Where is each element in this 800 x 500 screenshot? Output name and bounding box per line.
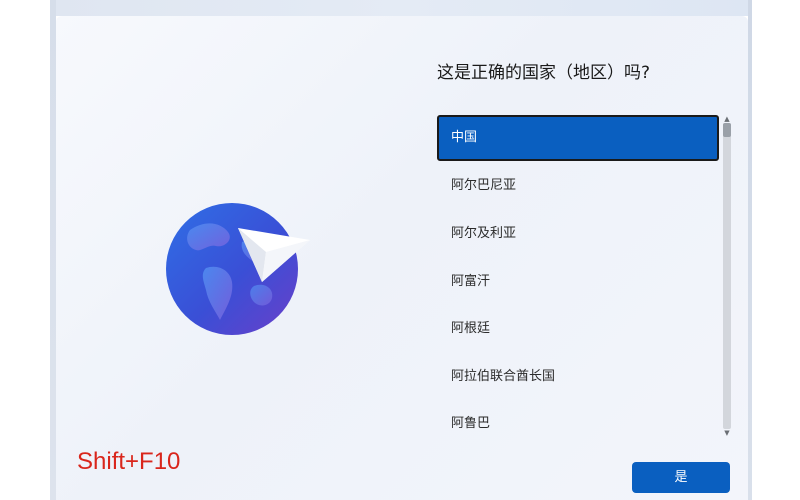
chevron-down-icon[interactable]: ▼ bbox=[722, 429, 732, 437]
oobe-screen: 这是正确的国家（地区）吗? 中国 阿尔巴尼亚 阿尔及利亚 阿富汗 阿根廷 阿拉伯… bbox=[0, 0, 800, 500]
list-item-selected[interactable]: 中国 bbox=[437, 115, 719, 161]
hotkey-annotation: Shift+F10 bbox=[77, 448, 181, 475]
list-item[interactable]: 阿根廷 bbox=[437, 306, 719, 352]
chevron-up-icon[interactable]: ▲ bbox=[722, 115, 732, 123]
list-item[interactable]: 阿尔及利亚 bbox=[437, 211, 719, 257]
list-item[interactable]: 阿尔巴尼亚 bbox=[437, 163, 719, 209]
list-item[interactable]: 阿拉伯联合酋长国 bbox=[437, 354, 719, 400]
list-item[interactable]: 阿鲁巴 bbox=[437, 401, 719, 437]
window-top-band bbox=[50, 0, 750, 16]
scrollbar-track[interactable] bbox=[723, 123, 731, 429]
list-item[interactable]: 阿富汗 bbox=[437, 259, 719, 305]
region-listbox[interactable]: 中国 阿尔巴尼亚 阿尔及利亚 阿富汗 阿根廷 阿拉伯联合酋长国 阿鲁巴 bbox=[437, 115, 732, 437]
page-title: 这是正确的国家（地区）吗? bbox=[437, 63, 651, 83]
region-list-scrollbar[interactable]: ▲ ▼ bbox=[722, 115, 732, 437]
window-right-edge bbox=[748, 0, 752, 500]
globe-with-paper-plane-icon bbox=[150, 190, 330, 350]
yes-button[interactable]: 是 bbox=[632, 462, 730, 493]
scrollbar-thumb[interactable] bbox=[723, 123, 731, 137]
